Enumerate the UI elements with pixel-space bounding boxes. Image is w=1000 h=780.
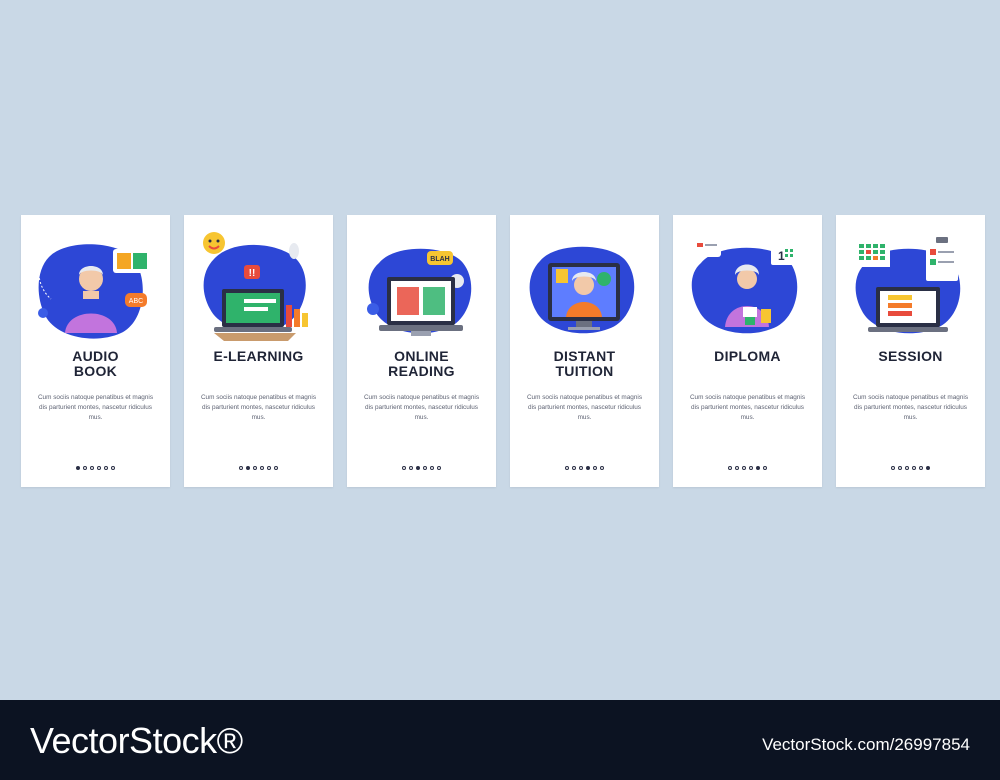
card-description: Cum sociis natoque penatibus et magnis d… — [852, 394, 969, 421]
card-description: Cum sociis natoque penatibus et magnis d… — [363, 394, 480, 421]
page-dot[interactable] — [437, 466, 441, 470]
page-dot[interactable] — [90, 466, 94, 470]
page-dot[interactable] — [97, 466, 101, 470]
card-description: Cum sociis natoque penatibus et magnis d… — [526, 394, 643, 421]
card-description: Cum sociis natoque penatibus et magnis d… — [689, 394, 806, 421]
page-dot[interactable] — [274, 466, 278, 470]
onboarding-cards: ABC AUDIO BOOK Cum sociis natoque penati… — [21, 215, 985, 487]
footer-bar: VectorStock® VectorStock.com/26997854 — [0, 700, 1000, 780]
page-dot[interactable] — [260, 466, 264, 470]
page-dot-active[interactable] — [586, 466, 590, 470]
page-dot[interactable] — [912, 466, 916, 470]
page-dot-active[interactable] — [246, 466, 250, 470]
page-dot[interactable] — [572, 466, 576, 470]
page-dot[interactable] — [600, 466, 604, 470]
diploma-illustration: 1 — [691, 239, 798, 334]
card-title: DIPLOMA — [714, 348, 781, 364]
svg-text:!!: !! — [249, 268, 256, 279]
page-dot[interactable] — [742, 466, 746, 470]
page-dot[interactable] — [239, 466, 243, 470]
page-dot[interactable] — [83, 466, 87, 470]
card-title: SESSION — [878, 348, 943, 364]
page-indicator — [347, 466, 496, 470]
session-illustration — [855, 237, 961, 334]
page-dot[interactable] — [423, 466, 427, 470]
page-indicator — [510, 466, 659, 470]
page-dot[interactable] — [728, 466, 732, 470]
card-title: AUDIO BOOK — [72, 348, 119, 379]
page-dot[interactable] — [919, 466, 923, 470]
page-dot[interactable] — [111, 466, 115, 470]
e-learning-illustration: !! — [203, 232, 308, 341]
page-indicator — [836, 466, 985, 470]
page-indicator — [673, 466, 822, 470]
page-dot[interactable] — [104, 466, 108, 470]
page-dot[interactable] — [430, 466, 434, 470]
card-description: Cum sociis natoque penatibus et magnis d… — [37, 394, 154, 421]
card-e-learning: !! E-LEARNING Cum sociis natoque penatib… — [184, 215, 333, 487]
page-dot[interactable] — [565, 466, 569, 470]
brand-logo: VectorStock® — [30, 720, 243, 761]
page-dot[interactable] — [749, 466, 753, 470]
page-dot[interactable] — [409, 466, 413, 470]
card-online-reading: BLAH ONLINE READING Cum sociis natoque p… — [347, 215, 496, 487]
card-title: ONLINE READING — [388, 348, 455, 379]
svg-text:BLAH: BLAH — [430, 256, 449, 263]
card-title: DISTANT TUITION — [553, 348, 616, 379]
card-audio-book: ABC AUDIO BOOK Cum sociis natoque penati… — [21, 215, 170, 487]
card-distant-tuition: DISTANT TUITION Cum sociis natoque penat… — [510, 215, 659, 487]
online-reading-illustration: BLAH — [367, 248, 472, 336]
page-dot[interactable] — [735, 466, 739, 470]
page-indicator — [21, 466, 170, 470]
card-session: SESSION Cum sociis natoque penatibus et … — [836, 215, 985, 487]
stock-id: VectorStock.com/26997854 — [762, 735, 970, 754]
page-dot[interactable] — [267, 466, 271, 470]
page-dot[interactable] — [402, 466, 406, 470]
page-dot-active[interactable] — [926, 466, 930, 470]
svg-text:1: 1 — [778, 249, 785, 263]
card-title: E-LEARNING — [213, 348, 304, 364]
page-dot[interactable] — [253, 466, 257, 470]
page-dot-active[interactable] — [76, 466, 80, 470]
page-dot-active[interactable] — [416, 466, 420, 470]
page-dot[interactable] — [891, 466, 895, 470]
card-diploma: 1 DIPLOMA Cum sociis natoque penatibus e… — [673, 215, 822, 487]
svg-text:ABC: ABC — [129, 298, 143, 305]
audio-book-illustration: ABC — [38, 244, 151, 339]
page-dot[interactable] — [898, 466, 902, 470]
card-description: Cum sociis natoque penatibus et magnis d… — [200, 394, 317, 421]
page-indicator — [184, 466, 333, 470]
page-dot-active[interactable] — [756, 466, 760, 470]
page-dot[interactable] — [905, 466, 909, 470]
page-dot[interactable] — [593, 466, 597, 470]
page-dot[interactable] — [579, 466, 583, 470]
distant-tuition-illustration — [529, 246, 635, 334]
page-dot[interactable] — [763, 466, 767, 470]
